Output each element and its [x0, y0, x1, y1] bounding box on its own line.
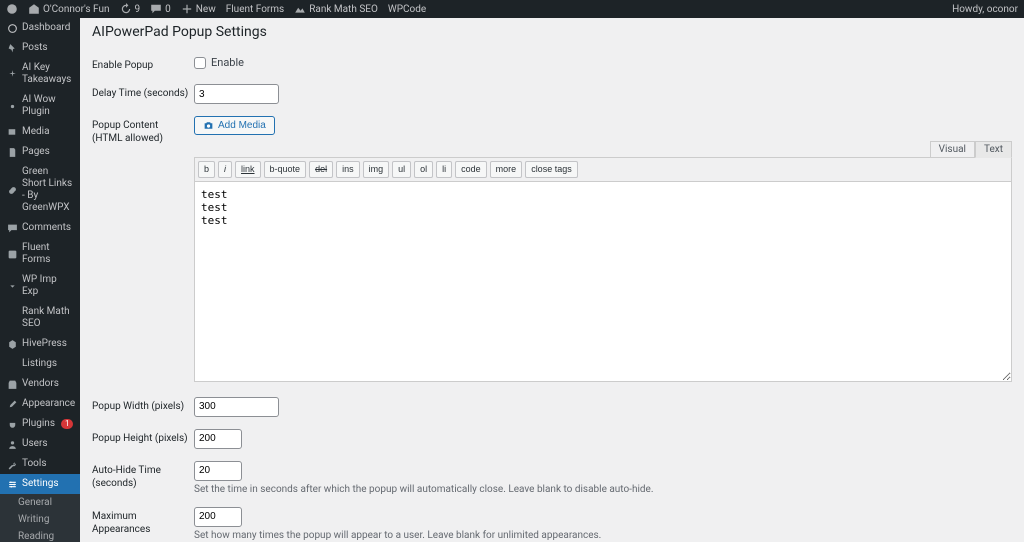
qt-ol[interactable]: ol — [414, 161, 433, 178]
form-icon — [6, 248, 18, 260]
hive-icon — [6, 338, 18, 350]
howdy-user[interactable]: Howdy, oconor — [952, 4, 1018, 15]
maxapp-label: Maximum Appearances — [92, 507, 194, 536]
list-icon — [6, 358, 18, 370]
menu-hivepress[interactable]: HivePress — [0, 334, 80, 354]
menu-posts[interactable]: Posts — [0, 38, 80, 58]
store-icon — [6, 378, 18, 390]
page-title: AIPowerPad Popup Settings — [92, 24, 1012, 40]
admin-sidebar: Dashboard Posts AI Key Takeaways AI Wow … — [0, 18, 80, 542]
menu-appearance[interactable]: Appearance — [0, 394, 80, 414]
menu-plugins[interactable]: Plugins1 — [0, 414, 80, 434]
sub-writing[interactable]: Writing — [0, 511, 80, 528]
enable-label: Enable Popup — [92, 56, 194, 72]
menu-users[interactable]: Users — [0, 434, 80, 454]
wrench-icon — [6, 458, 18, 470]
chart-icon — [6, 312, 18, 324]
import-icon — [6, 280, 18, 292]
qt-close[interactable]: close tags — [525, 161, 578, 178]
tab-visual[interactable]: Visual — [930, 141, 975, 158]
pin-icon — [6, 42, 18, 54]
content-label: Popup Content (HTML allowed) — [92, 116, 194, 145]
qt-link[interactable]: link — [235, 161, 261, 178]
camera-icon — [203, 120, 214, 131]
menu-fluent-forms[interactable]: Fluent Forms — [0, 238, 80, 270]
menu-media[interactable]: Media — [0, 122, 80, 142]
qt-img[interactable]: img — [363, 161, 390, 178]
settings-page: AIPowerPad Popup Settings Enable Popup E… — [80, 18, 1024, 542]
qt-b[interactable]: b — [198, 161, 215, 178]
delay-input[interactable] — [194, 84, 279, 104]
autohide-input[interactable] — [194, 461, 242, 481]
link-icon — [6, 184, 18, 196]
site-name[interactable]: O'Connor's Fun — [28, 3, 110, 15]
brush-icon — [6, 398, 18, 410]
maxapp-input[interactable] — [194, 507, 242, 527]
autohide-label: Auto-Hide Time (seconds) — [92, 461, 194, 490]
add-media-button[interactable]: Add Media — [194, 116, 275, 135]
update-badge: 1 — [61, 419, 74, 429]
menu-listings[interactable]: Listings — [0, 354, 80, 374]
tab-text[interactable]: Text — [975, 141, 1012, 158]
width-input[interactable] — [194, 397, 279, 417]
comments-count[interactable]: 0 — [150, 3, 171, 15]
menu-green-links[interactable]: Green Short Links - By GreenWPX — [0, 162, 80, 218]
menu-comments[interactable]: Comments — [0, 218, 80, 238]
quicktags-toolbar: b i link b-quote del ins img ul ol li co… — [194, 157, 1012, 182]
sub-reading[interactable]: Reading — [0, 528, 80, 542]
height-input[interactable] — [194, 429, 242, 449]
plug-icon — [6, 418, 18, 430]
menu-ai-takeaways[interactable]: AI Key Takeaways — [0, 58, 80, 90]
new-content[interactable]: New — [181, 3, 216, 15]
width-label: Popup Width (pixels) — [92, 397, 194, 413]
gear-icon — [6, 100, 18, 112]
qt-i[interactable]: i — [218, 161, 232, 178]
dashboard-icon — [6, 22, 18, 34]
page-icon — [6, 146, 18, 158]
delay-label: Delay Time (seconds) — [92, 84, 194, 100]
qt-li[interactable]: li — [436, 161, 452, 178]
qt-ins[interactable]: ins — [336, 161, 360, 178]
settings-submenu: General Writing Reading Discussion Media… — [0, 494, 80, 542]
enable-check-text: Enable — [211, 56, 244, 69]
menu-tools[interactable]: Tools — [0, 454, 80, 474]
comment-icon — [6, 222, 18, 234]
qt-code[interactable]: code — [455, 161, 487, 178]
user-icon — [6, 438, 18, 450]
wpcode-bar[interactable]: WPCode — [388, 4, 426, 15]
menu-rankmath[interactable]: Rank Math SEO — [0, 302, 80, 334]
menu-settings[interactable]: Settings — [0, 474, 80, 494]
sub-general[interactable]: General — [0, 494, 80, 511]
menu-wp-imp-exp[interactable]: WP Imp Exp — [0, 270, 80, 302]
sparkle-icon — [6, 68, 18, 80]
qt-ul[interactable]: ul — [392, 161, 411, 178]
enable-checkbox[interactable] — [194, 57, 206, 69]
media-icon — [6, 126, 18, 138]
autohide-desc: Set the time in seconds after which the … — [194, 484, 1012, 495]
content-editor[interactable] — [194, 182, 1012, 382]
menu-ai-wow[interactable]: AI Wow Plugin — [0, 90, 80, 122]
wp-logo[interactable] — [6, 3, 18, 15]
qt-del[interactable]: del — [309, 161, 333, 178]
fluent-forms-bar[interactable]: Fluent Forms — [226, 4, 285, 15]
admin-bar: O'Connor's Fun 9 0 New Fluent Forms Rank… — [0, 0, 1024, 18]
menu-dashboard[interactable]: Dashboard — [0, 18, 80, 38]
height-label: Popup Height (pixels) — [92, 429, 194, 445]
maxapp-desc: Set how many times the popup will appear… — [194, 530, 1012, 541]
qt-more[interactable]: more — [490, 161, 523, 178]
menu-vendors[interactable]: Vendors — [0, 374, 80, 394]
rankmath-bar[interactable]: Rank Math SEO — [294, 3, 378, 15]
updates[interactable]: 9 — [120, 3, 141, 15]
sliders-icon — [6, 478, 18, 490]
menu-pages[interactable]: Pages — [0, 142, 80, 162]
qt-bquote[interactable]: b-quote — [264, 161, 307, 178]
